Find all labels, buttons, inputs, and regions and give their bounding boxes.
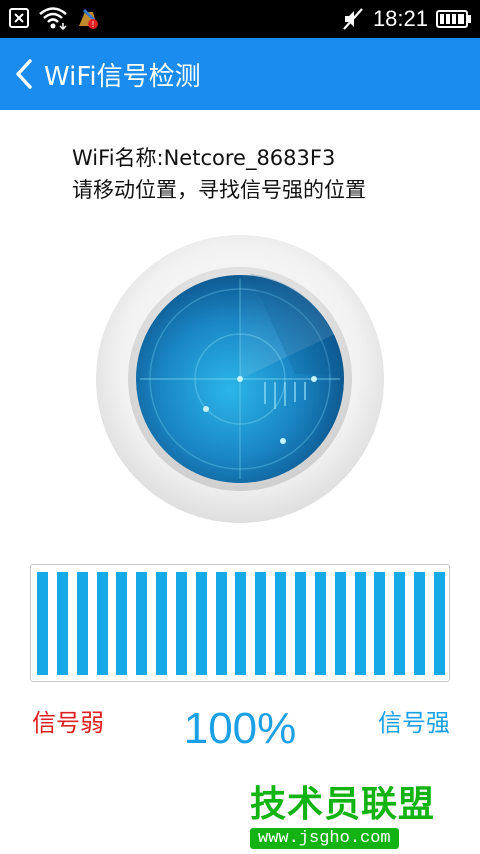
close-box-icon [9,8,29,28]
signal-bar [255,572,267,675]
signal-bar [394,572,406,675]
battery-icon [436,10,471,28]
strong-signal-label: 信号强 [378,709,450,737]
signal-bar [354,572,366,675]
signal-bar [294,572,306,675]
signal-bar [195,572,207,675]
signal-bar [275,572,287,675]
signal-bar [433,572,445,675]
signal-bar [156,572,168,675]
signal-bar [37,572,48,675]
app-header: WiFi信号检测 [0,38,480,110]
svg-text:!: ! [92,20,94,29]
signal-bar [136,572,148,675]
signal-bar [374,572,386,675]
watermark: 技术员联盟 www.jsgho.com [250,784,450,850]
wifi-info: WiFi名称:Netcore_8683F3 请移动位置，寻找信号强的位置 [72,142,366,206]
watermark-url: www.jsgho.com [250,828,399,849]
status-bar: ! 18:21 [0,0,480,38]
signal-bar [116,572,128,675]
signal-bar [215,572,227,675]
signal-bar [334,572,346,675]
mute-icon [343,8,363,30]
wifi-name: WiFi名称:Netcore_8683F3 [72,146,336,170]
signal-bar [96,572,108,675]
status-time: 18:21 [372,6,428,31]
signal-bars [37,572,445,675]
signal-bar [235,572,247,675]
signal-bar [414,572,426,675]
signal-bar [76,572,88,675]
app-notification-icon: ! [79,8,98,29]
chevron-left-icon [16,59,32,89]
page-title: WiFi信号检测 [44,61,201,92]
instruction-text: 请移动位置，寻找信号强的位置 [72,178,366,202]
radar-icon [96,235,384,523]
status-right-icons: 18:21 [341,5,472,33]
signal-strength-meter [30,564,450,682]
radar-scanner [95,234,385,524]
wifi-icon [39,7,67,30]
signal-bar [314,572,326,675]
status-left-icons: ! [8,6,100,30]
signal-bar [175,572,187,675]
back-button[interactable] [0,38,48,110]
watermark-title: 技术员联盟 [250,784,436,825]
signal-bar [56,572,68,675]
